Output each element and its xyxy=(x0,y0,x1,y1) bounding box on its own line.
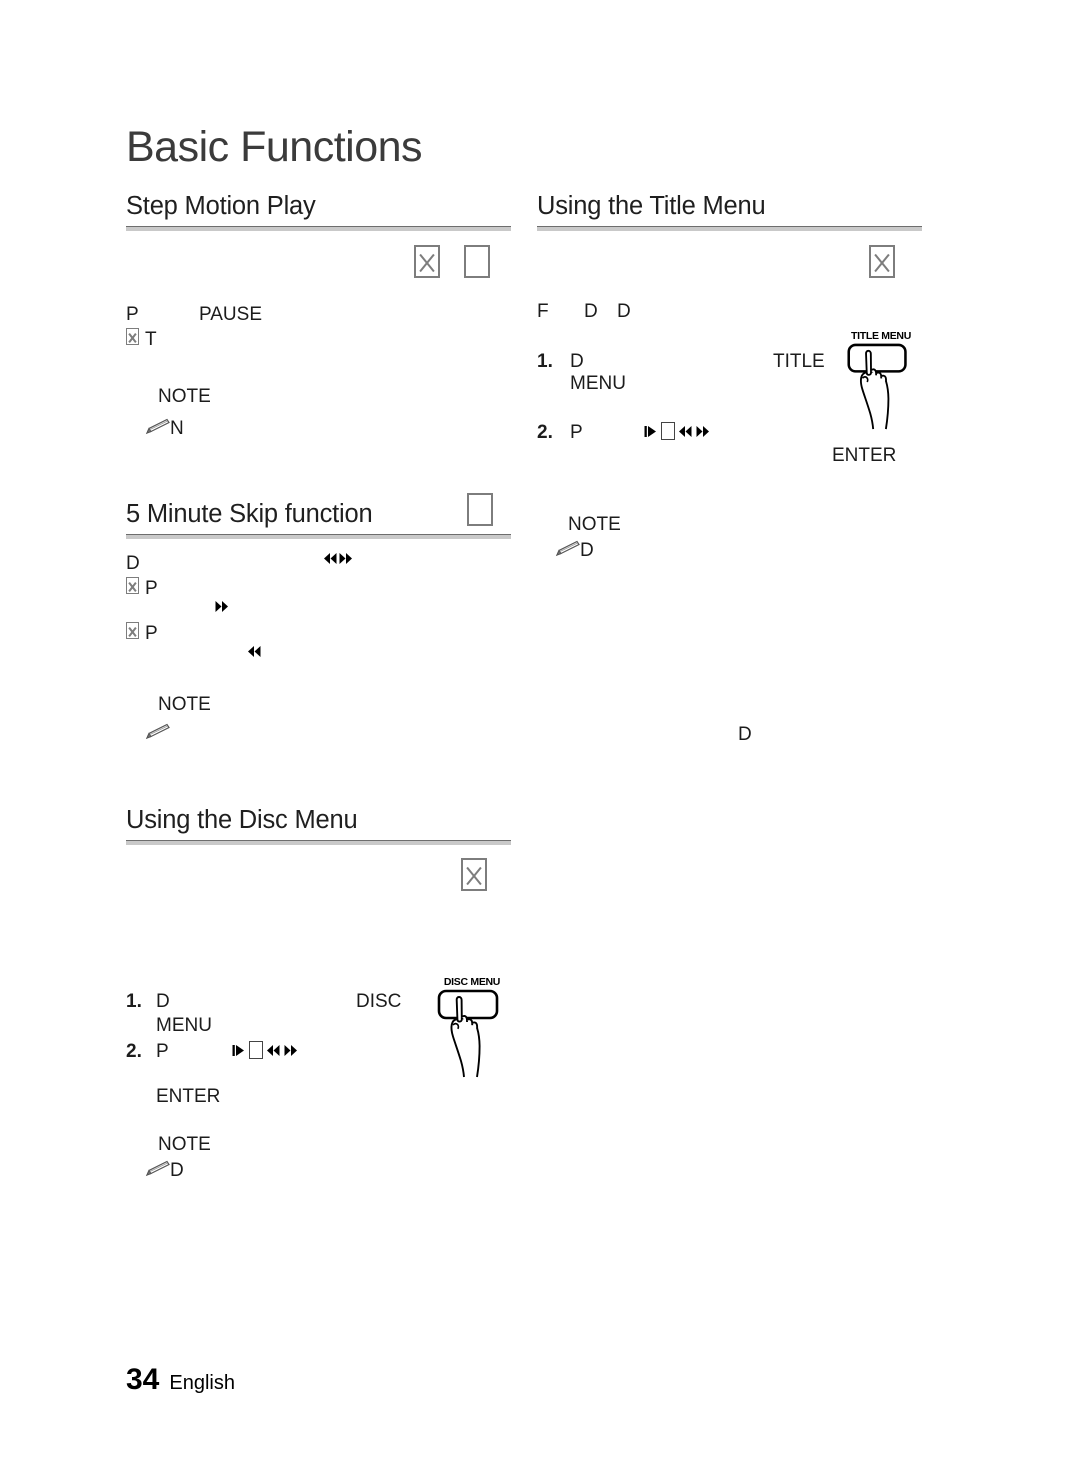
note-label: NOTE xyxy=(158,386,211,407)
section-divider xyxy=(126,840,511,846)
intro-fragment: F xyxy=(537,301,549,322)
note-fragment: D xyxy=(170,1160,184,1181)
button-caption: TITLE MENU xyxy=(851,330,911,342)
section-divider xyxy=(126,226,511,232)
hand-pressing-button-icon xyxy=(437,989,499,1078)
step-number: 2. xyxy=(537,422,553,443)
bullet-tofu-x-icon xyxy=(126,577,139,594)
step-number: 1. xyxy=(537,351,553,372)
section-using-the-disc-menu: Using the Disc Menu xyxy=(126,806,511,846)
page-number: 34 xyxy=(126,1363,160,1396)
fast-forward-icon xyxy=(284,1044,297,1056)
body-fragment: P xyxy=(145,578,158,599)
fast-forward-icon xyxy=(215,600,228,613)
note-label: NOTE xyxy=(158,1134,211,1155)
section-heading: 5 Minute Skip function xyxy=(126,500,373,528)
pencil-icon xyxy=(145,418,170,435)
bullet-tofu-x-icon xyxy=(126,622,139,639)
note-fragment: D xyxy=(580,540,594,561)
body-fragment: D xyxy=(126,553,140,574)
rewind-icon xyxy=(248,645,261,658)
note-fragment: N xyxy=(170,418,184,439)
section-divider xyxy=(537,226,922,232)
step-continuation-enter: ENTER xyxy=(156,1086,221,1107)
button-caption: DISC MENU xyxy=(443,976,501,988)
note-label: NOTE xyxy=(158,694,211,715)
section-divider xyxy=(126,534,511,540)
rewind-fastforward-cluster-icon xyxy=(324,552,352,565)
page-title: Basic Functions xyxy=(126,123,423,171)
button-reference-title: TITLE xyxy=(773,351,825,372)
section-heading: Step Motion Play xyxy=(126,192,316,220)
intro-fragment: D xyxy=(617,301,631,322)
tofu-empty-icon xyxy=(249,1041,263,1059)
body-fragment: P xyxy=(145,623,158,644)
pencil-icon xyxy=(145,1160,170,1177)
disc-menu-button-illustration: DISC MENU xyxy=(437,976,507,1084)
body-fragment-pause: PAUSE xyxy=(199,304,263,325)
intro-fragment: D xyxy=(584,301,598,322)
page-footer: 34 English xyxy=(126,1363,235,1397)
navigation-arrow-glyph-group xyxy=(644,422,709,440)
step-fragment: P xyxy=(570,422,583,443)
body-fragment: T xyxy=(145,329,157,350)
hand-pressing-button-icon xyxy=(847,343,907,430)
section-step-motion-play: Step Motion Play xyxy=(126,192,511,232)
navigation-arrow-glyph-group xyxy=(232,1041,297,1059)
enter-label: ENTER xyxy=(832,445,897,466)
section-heading: Using the Disc Menu xyxy=(126,806,358,834)
pencil-icon xyxy=(555,540,580,557)
manual-page: Basic Functions Step Motion Play P PAUSE… xyxy=(0,0,1080,1479)
step-fragment: P xyxy=(156,1041,169,1062)
step-number: 1. xyxy=(126,991,142,1012)
tofu-empty-icon xyxy=(661,422,675,440)
disc-type-tofu-empty-icon xyxy=(467,493,493,526)
page-language: English xyxy=(169,1372,235,1394)
rewind-icon xyxy=(679,425,692,437)
step-continuation-menu: MENU xyxy=(156,1015,212,1036)
body-fragment: P xyxy=(126,304,139,325)
step-forward-icon xyxy=(644,425,656,437)
step-continuation-menu: MENU xyxy=(570,373,626,394)
trailing-fragment: D xyxy=(738,724,752,745)
section-heading: Using the Title Menu xyxy=(537,192,766,220)
disc-type-tofu-empty-icon xyxy=(464,245,490,278)
step-forward-icon xyxy=(232,1044,244,1056)
section-using-the-title-menu: Using the Title Menu xyxy=(537,192,922,232)
bullet-tofu-x-icon xyxy=(126,328,139,345)
disc-type-tofu-x-icon xyxy=(869,245,895,278)
disc-type-tofu-x-icon xyxy=(414,245,440,278)
pencil-icon xyxy=(145,723,170,740)
disc-type-tofu-x-icon xyxy=(461,858,487,891)
title-menu-button-illustration: TITLE MENU xyxy=(845,330,917,436)
fast-forward-icon xyxy=(696,425,709,437)
rewind-icon xyxy=(267,1044,280,1056)
button-reference-disc: DISC xyxy=(356,991,402,1012)
note-label: NOTE xyxy=(568,514,621,535)
step-number: 2. xyxy=(126,1041,142,1062)
section-five-minute-skip: 5 Minute Skip function xyxy=(126,500,511,540)
